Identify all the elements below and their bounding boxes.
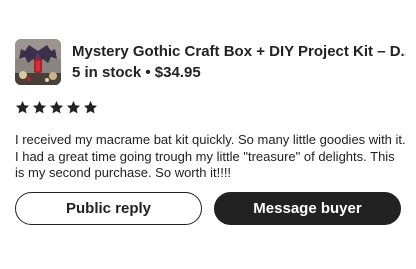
message-buyer-label: Message buyer xyxy=(253,200,362,217)
product-stock-price: 5 in stock • $34.95 xyxy=(72,64,201,81)
star-icon xyxy=(66,100,81,114)
star-icon xyxy=(15,100,30,114)
public-reply-label: Public reply xyxy=(65,200,152,217)
bat-kit-image-icon xyxy=(15,39,61,85)
star-rating xyxy=(15,100,98,115)
review-text: I received my macrame bat kit quickly. S… xyxy=(15,132,406,180)
product-row[interactable]: Mystery Gothic Craft Box + DIY Project K… xyxy=(15,39,406,85)
product-thumbnail[interactable] xyxy=(15,39,61,85)
star-icon xyxy=(32,100,47,114)
public-reply-button[interactable]: Public reply xyxy=(15,192,202,225)
star-icon xyxy=(83,100,98,114)
review-card: Mystery Gothic Craft Box + DIY Project K… xyxy=(0,0,416,269)
product-title[interactable]: Mystery Gothic Craft Box + DIY Project K… xyxy=(72,42,406,62)
message-buyer-button[interactable]: Message buyer xyxy=(214,192,401,225)
star-icon xyxy=(49,100,64,114)
product-info: Mystery Gothic Craft Box + DIY Project K… xyxy=(72,39,406,83)
